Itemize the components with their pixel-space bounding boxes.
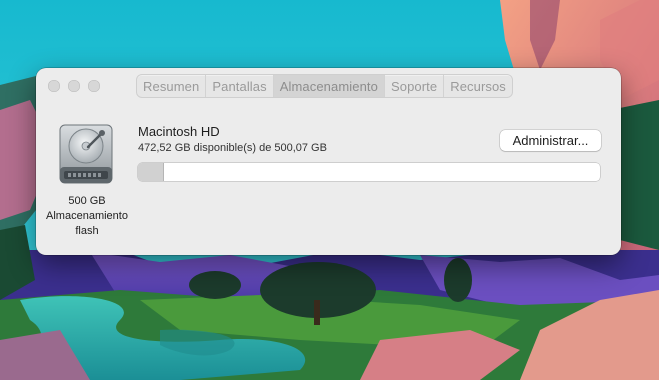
storage-usage-bar <box>138 163 600 181</box>
disk-caption: 500 GB Almacenamiento flash <box>36 194 138 239</box>
disk-type-line1: Almacenamiento <box>46 210 128 222</box>
tab-pantallas[interactable]: Pantallas <box>206 75 274 97</box>
minimize-window-button[interactable] <box>68 80 80 92</box>
disk-type-line2: flash <box>75 225 99 237</box>
internal-hard-drive-icon <box>59 124 113 184</box>
tab-recursos[interactable]: Recursos <box>444 75 512 97</box>
disk-capacity: 500 GB <box>68 195 106 207</box>
tab-almacenamiento[interactable]: Almacenamiento <box>273 75 385 97</box>
disk-name: Macintosh HD <box>138 124 220 139</box>
disk-availability: 472,52 GB disponible(s) de 500,07 GB <box>138 142 327 154</box>
about-this-mac-window: Resumen Pantallas Almacenamiento Soporte… <box>36 68 621 255</box>
titlebar: Resumen Pantallas Almacenamiento Soporte… <box>36 68 621 104</box>
zoom-window-button[interactable] <box>88 80 100 92</box>
storage-used-segment <box>138 163 165 181</box>
tab-soporte[interactable]: Soporte <box>385 75 445 97</box>
manage-storage-button[interactable]: Administrar... <box>500 130 601 151</box>
tab-bar: Resumen Pantallas Almacenamiento Soporte… <box>136 74 513 98</box>
tab-resumen[interactable]: Resumen <box>137 75 207 97</box>
close-window-button[interactable] <box>48 80 60 92</box>
